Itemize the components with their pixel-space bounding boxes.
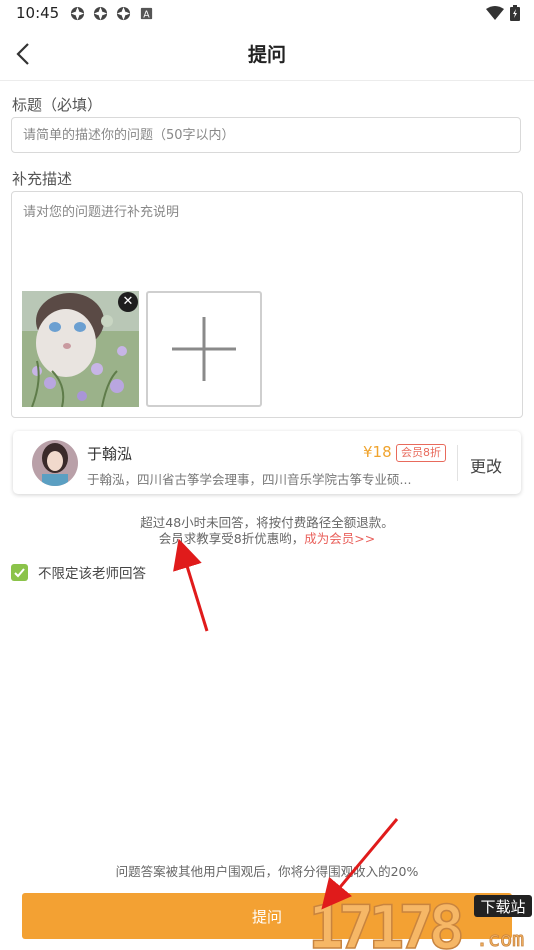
become-member-link[interactable]: 成为会员>>	[304, 531, 375, 546]
add-image-button[interactable]	[146, 291, 262, 407]
checkbox-label: 不限定该老师回答	[38, 566, 146, 582]
site-watermark-logo: 17178 下载站 .com	[308, 893, 532, 950]
status-time: 10:45	[16, 4, 60, 22]
title-label: 标题（必填）	[12, 96, 103, 114]
settings-icon	[93, 6, 108, 21]
plus-icon	[172, 317, 236, 381]
desc-box: ✕	[11, 191, 523, 418]
check-icon	[14, 567, 25, 577]
revenue-share-notice: 问题答案被其他用户围观后，你将分得围观收入的20%	[115, 864, 419, 879]
a-icon: A	[140, 7, 153, 20]
settings-icon	[70, 6, 85, 21]
price: ¥18	[363, 443, 392, 461]
wifi-icon	[486, 6, 504, 20]
divider	[457, 445, 458, 481]
teacher-name: 于翰泓	[87, 445, 133, 463]
vip-discount-badge: 会员8折	[396, 444, 446, 462]
navbar: 提问	[0, 28, 534, 81]
svg-text:A: A	[143, 9, 150, 20]
member-notice: 会员求教享受8折优惠哟，成为会员>>	[0, 528, 534, 547]
battery-icon	[510, 5, 520, 21]
settings-icon	[116, 6, 131, 21]
desc-textarea[interactable]	[23, 201, 511, 281]
not-limit-teacher-option[interactable]: 不限定该老师回答	[11, 562, 146, 582]
desc-label: 补充描述	[12, 170, 73, 188]
change-teacher-button[interactable]: 更改	[470, 453, 502, 477]
avatar	[32, 440, 78, 486]
teacher-card[interactable]: 于翰泓 于翰泓，四川省古筝学会理事，四川音乐学院古筝专业硕... ¥18 会员8…	[13, 431, 521, 494]
teacher-intro: 于翰泓，四川省古筝学会理事，四川音乐学院古筝专业硕...	[87, 472, 412, 487]
page-title: 提问	[247, 44, 286, 66]
svg-text:下载站: 下载站	[480, 898, 525, 916]
status-bar: 10:45 A	[0, 0, 534, 28]
remove-image-icon[interactable]: ✕	[118, 292, 138, 312]
svg-text:.com: .com	[476, 927, 524, 950]
member-notice-text: 会员求教享受8折优惠哟，	[158, 531, 305, 546]
svg-text:17178: 17178	[308, 893, 461, 950]
title-input[interactable]	[11, 117, 521, 153]
checkbox[interactable]	[11, 563, 28, 581]
